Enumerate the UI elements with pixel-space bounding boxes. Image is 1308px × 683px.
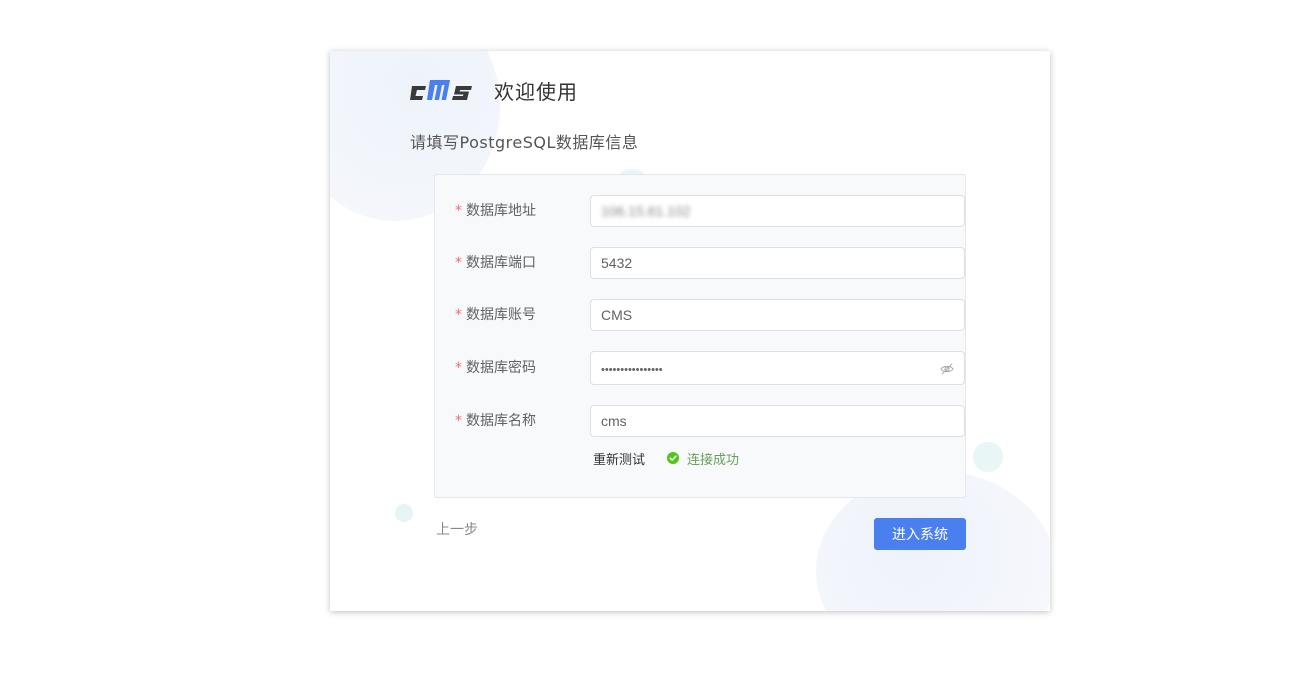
database-form: * 数据库地址 106.15.61.102 * 数据库端口 5432 * 数据库账号 … <box>434 174 966 498</box>
welcome-title: 欢迎使用 <box>494 79 578 104</box>
dbname-label: * 数据库名称 <box>455 413 536 429</box>
check-circle-icon <box>667 452 680 464</box>
port-label: * 数据库端口 <box>455 255 536 271</box>
form-row-host: * 数据库地址 106.15.61.102 <box>435 195 965 227</box>
page-subtitle: 请填写PostgreSQL数据库信息 <box>410 133 639 152</box>
retest-button[interactable]: 重新测试 <box>593 449 645 468</box>
form-row-dbname: * 数据库名称 cms <box>435 405 965 437</box>
account-label: * 数据库账号 <box>455 307 536 323</box>
dbname-input[interactable]: cms <box>590 405 965 437</box>
form-row-password: * 数据库密码 •••••••••••••••• <box>435 351 965 385</box>
cms-logo-icon <box>410 80 472 100</box>
required-mark: * <box>455 413 462 429</box>
password-label: * 数据库密码 <box>455 360 536 376</box>
connection-status: 重新测试 连接成功 <box>593 449 740 468</box>
decoration-dot <box>973 442 1003 472</box>
success-text: 连接成功 <box>687 452 740 468</box>
prev-step-link[interactable]: 上一步 <box>436 519 478 539</box>
decoration-dot <box>395 504 413 522</box>
required-mark: * <box>455 255 462 271</box>
account-input[interactable]: CMS <box>590 299 965 331</box>
enter-system-button[interactable]: 进入系统 <box>874 518 966 550</box>
eye-hidden-icon[interactable] <box>940 362 954 376</box>
header: 欢迎使用 <box>410 75 578 105</box>
required-mark: * <box>455 307 462 323</box>
host-input[interactable]: 106.15.61.102 <box>590 195 965 227</box>
form-row-port: * 数据库端口 5432 <box>435 247 965 279</box>
port-input[interactable]: 5432 <box>590 247 965 279</box>
required-mark: * <box>455 360 462 376</box>
form-row-account: * 数据库账号 CMS <box>435 299 965 331</box>
password-input[interactable]: •••••••••••••••• <box>590 351 965 385</box>
required-mark: * <box>455 203 462 219</box>
setup-card: 欢迎使用 请填写PostgreSQL数据库信息 * 数据库地址 106.15.61… <box>330 51 1050 611</box>
host-label: * 数据库地址 <box>455 203 536 219</box>
